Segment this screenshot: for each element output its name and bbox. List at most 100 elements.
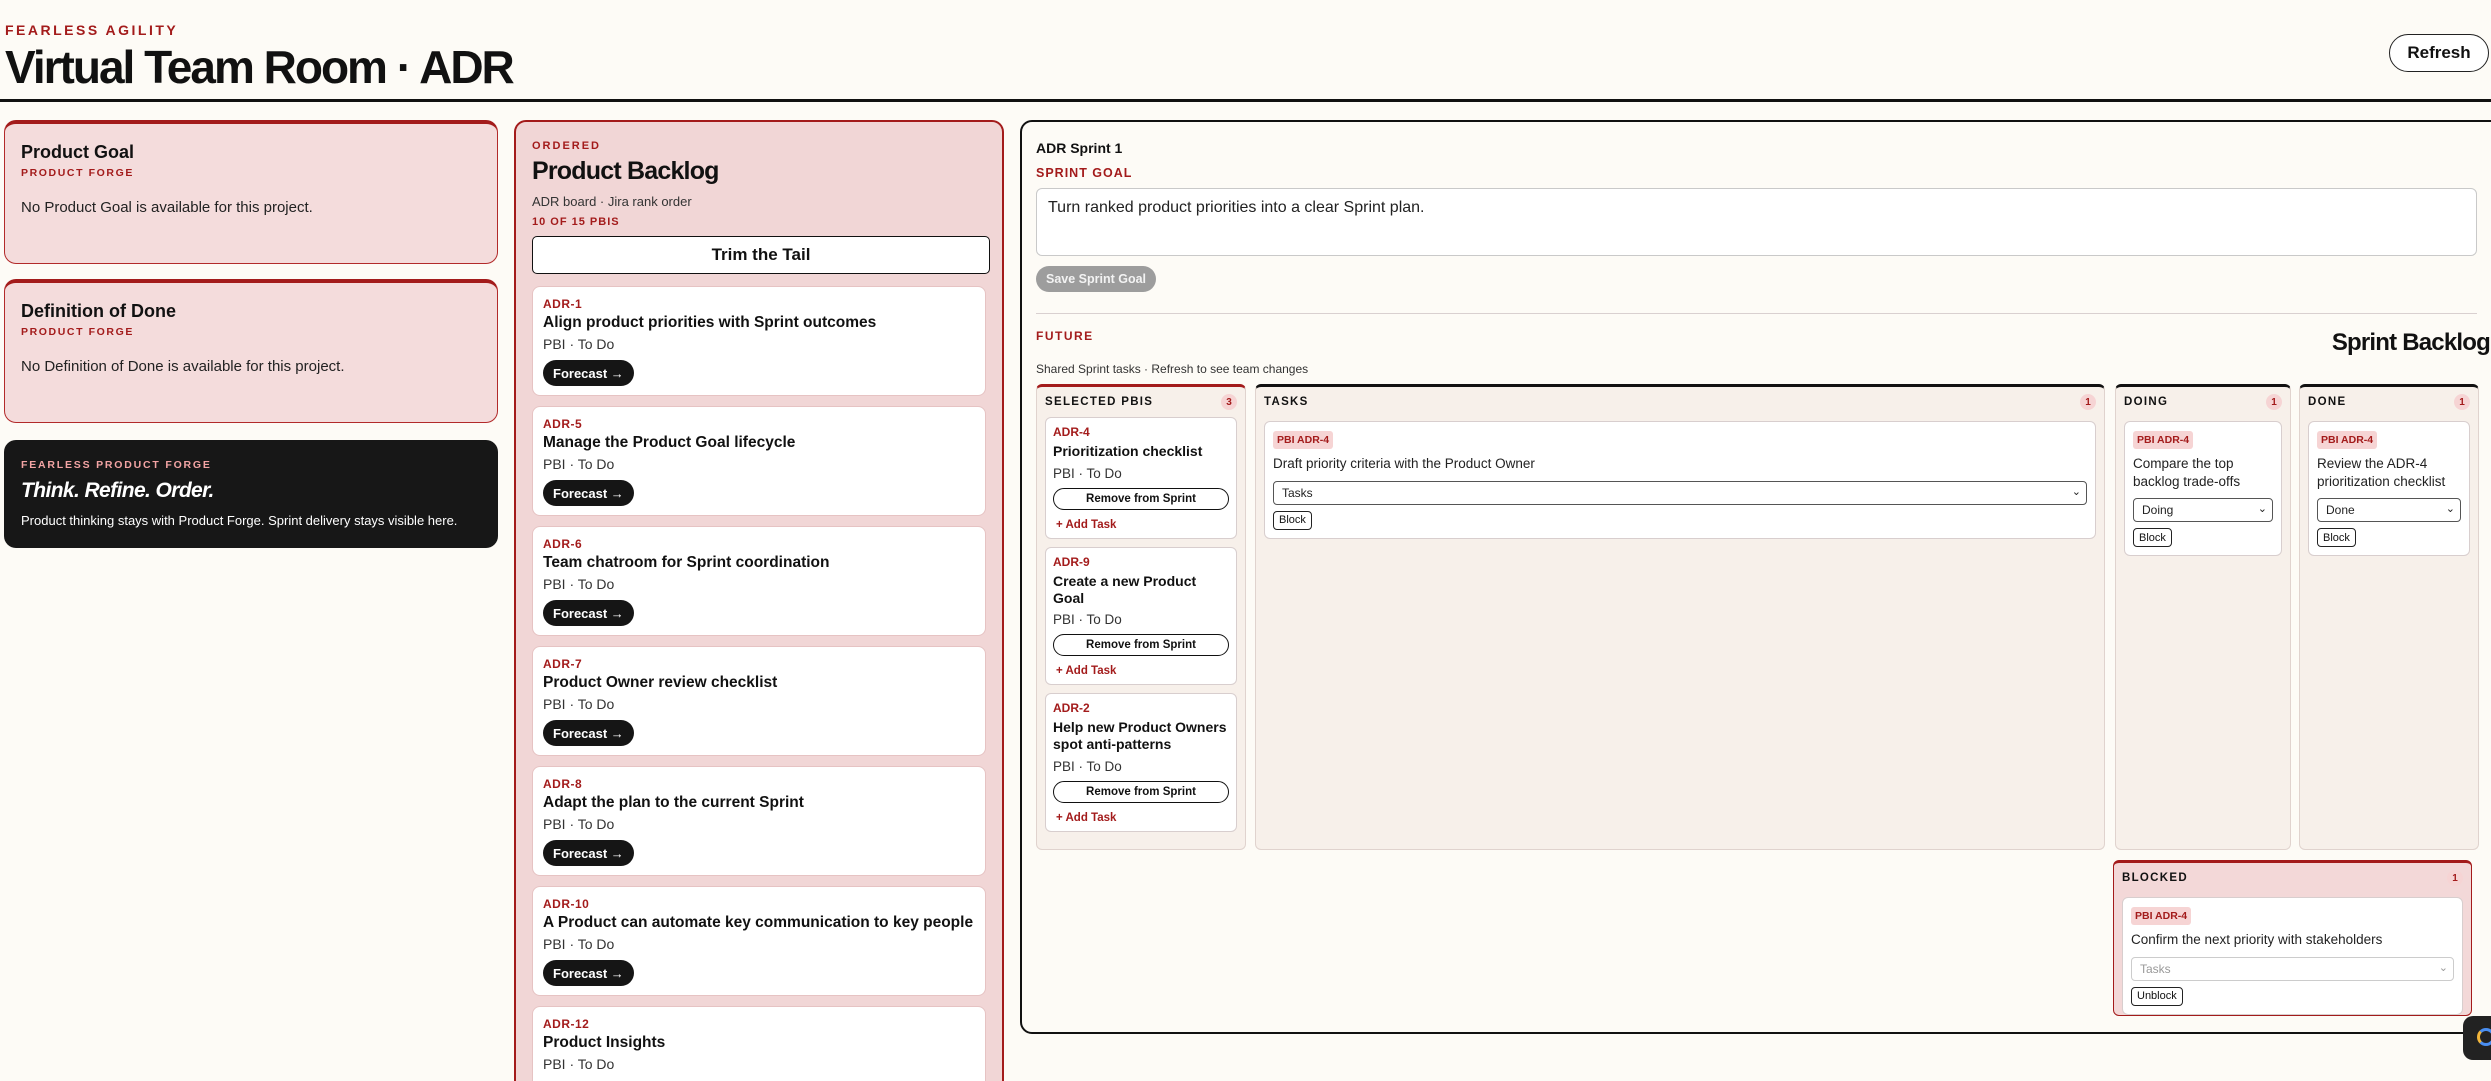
pbi-status: PBI · To Do [543,456,615,472]
lane-count-badge: 1 [2447,870,2463,886]
promo-text: Product thinking stays with Product Forg… [21,513,458,528]
shared-tasks-note: Shared Sprint tasks · Refresh to see tea… [1036,362,1309,376]
remove-from-sprint-button[interactable]: Remove from Sprint [1053,634,1229,657]
pbi-key: ADR-5 [543,417,583,431]
add-task-link[interactable]: + Add Task [1053,519,1119,531]
forecast-button[interactable]: Forecast → [543,480,634,506]
pbi-status: PBI · To Do [543,1056,615,1072]
backlog-item: ADR-10 A Product can automate key commun… [532,886,986,996]
forecast-button[interactable]: Forecast → [543,720,634,746]
block-button[interactable]: Block [2317,528,2356,548]
pbi-title: Prioritization checklist [1053,443,1203,459]
chevron-down-icon: ⌄ [2257,503,2267,516]
product-goal-message: No Product Goal is available for this pr… [21,199,313,216]
dod-source: PRODUCT FORGE [21,326,134,338]
pbi-status: PBI · To Do [543,336,615,352]
task-status-select[interactable]: Done ⌄ [2317,498,2461,523]
pbi-key: ADR-2 [1053,701,1090,716]
pbi-tag: PBI ADR-4 [1273,431,1334,449]
select-value: Tasks [1282,485,1313,500]
selected-pbi-card: ADR-9 Create a new Product Goal PBI · To… [1045,546,1237,686]
selected-pbis-lane: SELECTED PBIS 3 ADR-4 Prioritization che… [1036,384,1246,850]
brand-label: FEARLESS AGILITY [5,22,179,38]
lane-label: BLOCKED [2122,872,2188,884]
pbi-title: Team chatroom for Sprint coordination [543,554,830,571]
doing-lane: DOING 1 PBI ADR-4 Compare the top backlo… [2115,384,2291,850]
blocked-task-card: PBI ADR-4 Confirm the next priority with… [2122,897,2463,1015]
promo-title: Think. Refine. Order. [21,479,214,502]
pbi-key: ADR-4 [1053,425,1090,439]
selected-pbi-card: ADR-2 Help new Product Owners spot anti-… [1045,693,1237,832]
dod-title: Definition of Done [21,301,176,321]
pbi-title: Adapt the plan to the current Sprint [543,794,804,811]
lane-label: TASKS [1264,396,1309,408]
task-title: Compare the top backlog trade-offs [2133,456,2241,489]
unblock-button[interactable]: Unblock [2131,986,2183,1006]
sprint-state: FUTURE [1036,329,1094,343]
sprint-goal-input[interactable]: Turn ranked product priorities into a cl… [1036,188,2477,256]
backlog-eyebrow: ORDERED [532,140,602,152]
task-title: Draft priority criteria with the Product… [1273,456,1535,471]
backlog-item: ADR-6 Team chatroom for Sprint coordinat… [532,526,986,636]
pbi-key: ADR-9 [1053,554,1090,569]
remove-from-sprint-button[interactable]: Remove from Sprint [1053,780,1229,803]
task-status-select[interactable]: Doing ⌄ [2133,498,2273,523]
pbi-key: ADR-12 [543,1017,590,1031]
chat-widget-button[interactable] [2463,1016,2491,1060]
done-lane: DONE 1 PBI ADR-4 Review the ADR-4 priori… [2299,384,2479,850]
sprint-name: ADR Sprint 1 [1036,140,1123,156]
backlog-item: ADR-12 Product Insights PBI · To Do [532,1006,986,1081]
task-status-select[interactable]: Tasks ⌄ [1273,480,2087,505]
chevron-down-icon: ⌄ [2438,961,2448,974]
pbi-title: Manage the Product Goal lifecycle [543,434,796,451]
dod-message: No Definition of Done is available for t… [21,358,345,375]
product-backlog-panel: ORDERED Product Backlog ADR board · Jira… [514,120,1004,1081]
task-title: Confirm the next priority with stakehold… [2131,932,2383,947]
pbi-status: PBI · To Do [1053,758,1122,774]
forecast-button[interactable]: Forecast → [543,360,634,386]
task-card: PBI ADR-4 Compare the top backlog trade-… [2124,421,2282,557]
pbi-status: PBI · To Do [543,936,615,952]
sprint-backlog-title: Sprint Backlog [2331,329,2491,356]
forecast-button[interactable]: Forecast → [543,840,634,866]
lane-count-badge: 1 [2454,394,2470,410]
pbi-status: PBI · To Do [1053,612,1122,628]
add-task-link[interactable]: + Add Task [1053,812,1119,824]
backlog-meta: ADR board · Jira rank order [532,194,692,209]
backlog-item: ADR-1 Align product priorities with Spri… [532,286,986,396]
page-title: Virtual Team Room · ADR [5,41,515,93]
backlog-list: ADR-1 Align product priorities with Spri… [532,286,986,1081]
forecast-button[interactable]: Forecast → [543,600,634,626]
pbi-title: Product Owner review checklist [543,674,778,691]
pbi-tag: PBI ADR-4 [2131,907,2192,925]
block-button[interactable]: Block [2133,528,2172,548]
block-button[interactable]: Block [1273,510,1312,530]
pbi-status: PBI · To Do [543,816,615,832]
task-title: Review the ADR-4 prioritization checklis… [2317,456,2446,489]
select-value: Doing [2142,503,2174,518]
tasks-lane: TASKS 1 PBI ADR-4 Draft priority criteri… [1255,384,2105,850]
forecast-button[interactable]: Forecast → [543,960,634,986]
product-forge-promo: FEARLESS PRODUCT FORGE Think. Refine. Or… [4,440,498,548]
page-header: FEARLESS AGILITY Virtual Team Room · ADR [5,20,2491,102]
task-card: PBI ADR-4 Draft priority criteria with t… [1264,421,2096,539]
remove-from-sprint-button[interactable]: Remove from Sprint [1053,487,1229,510]
sprint-divider [1036,313,2477,314]
task-status-select[interactable]: Tasks ⌄ [2131,956,2454,981]
pbi-title: A Product can automate key communication… [543,914,974,931]
header-divider [0,99,2491,102]
trim-the-tail-button[interactable]: Trim the Tail [532,236,990,274]
pbi-status: PBI · To Do [543,576,615,592]
lane-label: DOING [2124,396,2169,408]
pbi-tag: PBI ADR-4 [2133,431,2194,449]
pbi-key: ADR-10 [543,897,590,911]
promo-eyebrow: FEARLESS PRODUCT FORGE [21,459,212,471]
refresh-button[interactable]: Refresh [2389,34,2489,72]
add-task-link[interactable]: + Add Task [1053,665,1119,677]
pbi-key: ADR-6 [543,537,583,551]
select-value: Done [2326,503,2355,518]
backlog-count: 10 OF 15 PBIS [532,216,620,228]
sprint-goal-label: SPRINT GOAL [1036,166,1133,180]
save-sprint-goal-button[interactable]: Save Sprint Goal [1036,266,1157,292]
chevron-down-icon: ⌄ [2071,485,2081,498]
